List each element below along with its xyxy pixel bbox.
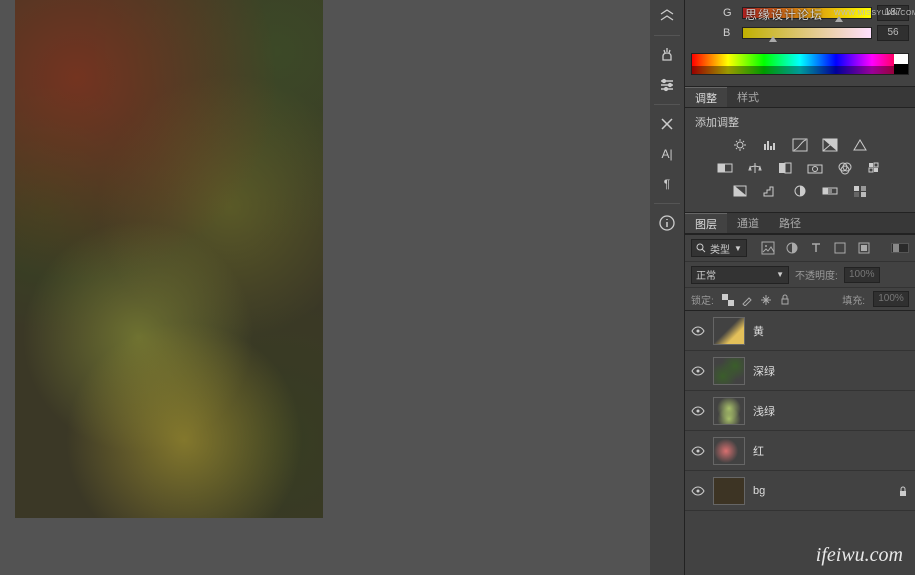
tab-channels[interactable]: 通道 [727,213,769,233]
b-slider-row: B 56 [723,23,909,43]
layer-name[interactable]: 浅绿 [753,403,909,419]
adjust-title: 添加调整 [695,114,905,130]
visibility-toggle[interactable] [691,404,705,418]
channel-mixer-icon[interactable] [836,160,854,176]
chevron-down-icon: ▼ [734,244,742,253]
canvas[interactable] [15,0,323,518]
layers-tabs: 图层 通道 路径 [685,212,915,234]
color-balance-icon[interactable] [746,160,764,176]
filter-type-dropdown[interactable]: 类型 ▼ [691,239,747,257]
layer-thumbnail[interactable] [713,397,745,425]
blend-row: 正常▼ 不透明度: 100% [685,261,915,287]
character-panel-icon[interactable]: A| [652,140,682,168]
brush-tool-icon[interactable] [652,41,682,69]
g-label: G [723,7,737,19]
b-value-input[interactable]: 56 [877,25,909,41]
filter-pixel-icon[interactable] [761,241,775,255]
posterize-icon[interactable] [761,183,779,199]
layer-item[interactable]: 黄 [685,311,915,351]
opacity-input[interactable]: 100% [844,267,880,283]
layer-name[interactable]: 深绿 [753,363,909,379]
fill-input[interactable]: 100% [873,291,909,307]
levels-icon[interactable] [761,137,779,153]
layer-name[interactable]: 红 [753,443,909,459]
visibility-toggle[interactable] [691,484,705,498]
bw-icon[interactable] [776,160,794,176]
selective-color-icon[interactable] [851,183,869,199]
tab-layers[interactable]: 图层 [685,213,727,233]
lock-all-icon[interactable] [779,293,791,305]
b-label: B [723,27,737,39]
layer-item[interactable]: 浅绿 [685,391,915,431]
collapse-icon[interactable] [652,2,682,30]
layers-filter-bar: 类型 ▼ [685,235,915,261]
b-slider[interactable] [742,27,872,39]
layer-thumbnail[interactable] [713,437,745,465]
filter-adjust-icon[interactable] [785,241,799,255]
photo-filter-icon[interactable] [806,160,824,176]
layers-panel: 类型 ▼ 正常▼ 不透明度: 100% 锁定: [685,234,915,575]
visibility-toggle[interactable] [691,324,705,338]
color-lookup-icon[interactable] [866,160,884,176]
exposure-icon[interactable] [821,137,839,153]
adjust-tabs: 调整 样式 [685,86,915,108]
layer-item[interactable]: 深绿 [685,351,915,391]
bottom-watermark: ifeiwu.com [816,544,903,567]
lock-transparency-icon[interactable] [722,293,734,305]
layer-thumbnail[interactable] [713,477,745,505]
filter-toggle[interactable] [891,243,909,253]
vertical-toolbar: A| ¶ [650,0,685,575]
gradient-map-icon[interactable] [821,183,839,199]
layer-list: 黄 深绿 浅绿 红 bg [685,311,915,575]
lock-pixels-icon[interactable] [741,293,753,305]
color-spectrum[interactable] [691,53,909,75]
lock-position-icon[interactable] [760,293,772,305]
hue-icon[interactable] [716,160,734,176]
filter-text-icon[interactable] [809,241,823,255]
lock-icon [897,485,909,497]
layer-item[interactable]: 红 [685,431,915,471]
brightness-icon[interactable] [731,137,749,153]
adjustments-panel: 添加调整 [685,108,915,212]
visibility-toggle[interactable] [691,364,705,378]
layer-name[interactable]: 黄 [753,323,909,339]
lock-row: 锁定: 填充: 100% [685,287,915,311]
layer-item[interactable]: bg [685,471,915,511]
curves-icon[interactable] [791,137,809,153]
settings-sliders-icon[interactable] [652,71,682,99]
filter-label: 类型 [710,241,730,256]
tools-cross-icon[interactable] [652,110,682,138]
blend-mode-dropdown[interactable]: 正常▼ [691,266,789,284]
watermark-sub: WWW.MISSYUAN.COM [834,10,915,17]
info-icon[interactable] [652,209,682,237]
paragraph-panel-icon[interactable]: ¶ [652,170,682,198]
lock-label: 锁定: [691,292,714,307]
opacity-label: 不透明度: [795,267,838,282]
vibrance-icon[interactable] [851,137,869,153]
watermark-main: 思缘设计论坛 [745,6,823,23]
filter-shape-icon[interactable] [833,241,847,255]
layer-thumbnail[interactable] [713,317,745,345]
visibility-toggle[interactable] [691,444,705,458]
layer-name[interactable]: bg [753,485,889,497]
right-panels: G 187 B 56 调整 样式 添加调整 [685,0,915,575]
filter-smart-icon[interactable] [857,241,871,255]
tab-styles[interactable]: 样式 [727,87,769,107]
tab-paths[interactable]: 路径 [769,213,811,233]
chevron-down-icon: ▼ [776,270,784,279]
threshold-icon[interactable] [791,183,809,199]
canvas-content [15,0,323,518]
fill-label: 填充: [842,292,865,307]
tab-adjustments[interactable]: 调整 [685,87,727,107]
invert-icon[interactable] [731,183,749,199]
layer-thumbnail[interactable] [713,357,745,385]
